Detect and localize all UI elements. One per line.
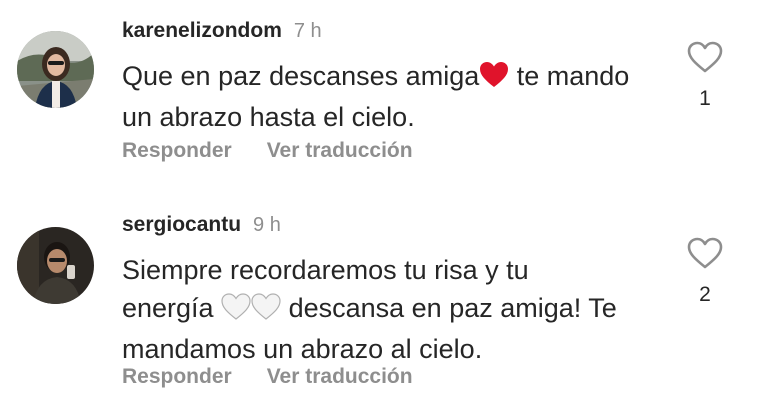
like-count: 2 — [699, 283, 711, 306]
see-translation-button[interactable]: Ver traducción — [267, 365, 413, 389]
timestamp: 7 h — [293, 20, 322, 42]
heart-outline-icon[interactable] — [684, 237, 726, 269]
like-button[interactable]: 2 — [684, 237, 726, 307]
comment-text-segment: te mando — [509, 61, 630, 91]
comment-actions: Responder Ver traducción — [122, 139, 413, 163]
comment-text: Que en paz descanses amiga te mando un a… — [122, 57, 662, 136]
avatar-photo — [17, 227, 94, 304]
comment-text-segment: energía — [122, 293, 222, 323]
comment-item: sergiocantu 9 h Siempre recordaremos tu … — [0, 205, 768, 419]
avatar-photo — [17, 31, 94, 108]
like-button[interactable]: 1 — [684, 41, 726, 111]
comment-item: karenelizondom 7 h Que en paz descanses … — [0, 0, 768, 190]
comment-text-segment: mandamos un abrazo al cielo. — [122, 334, 483, 364]
avatar[interactable] — [17, 227, 94, 304]
reply-button[interactable]: Responder — [122, 139, 232, 163]
comment-text-segment: un abrazo hasta el cielo. — [122, 102, 415, 132]
heart-outline-icon[interactable] — [684, 41, 726, 73]
comment-text-segment: Que en paz descanses amiga — [122, 61, 480, 91]
comment-header: karenelizondom 7 h — [122, 19, 322, 43]
like-count: 1 — [699, 87, 711, 110]
username[interactable]: karenelizondom — [122, 19, 282, 43]
comment-actions: Responder Ver traducción — [122, 365, 413, 389]
comment-text: Siempre recordaremos tu risa y tu energí… — [122, 251, 662, 368]
timestamp: 9 h — [253, 214, 281, 236]
reply-button[interactable]: Responder — [122, 365, 232, 389]
white-heart-emoji — [251, 292, 281, 330]
see-translation-button[interactable]: Ver traducción — [267, 139, 413, 163]
red-heart-emoji — [479, 60, 509, 98]
comment-header: sergiocantu 9 h — [122, 213, 281, 237]
comment-text-segment: descansa en paz amiga! Te — [281, 293, 617, 323]
white-heart-emoji — [221, 292, 251, 330]
username[interactable]: sergiocantu — [122, 213, 241, 237]
comment-text-segment: Siempre recordaremos tu risa y tu — [122, 255, 529, 285]
avatar[interactable] — [17, 31, 94, 108]
